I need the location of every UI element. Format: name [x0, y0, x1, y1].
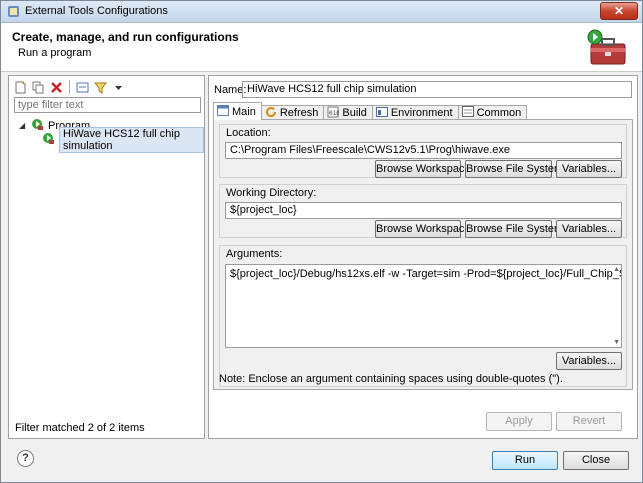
dialog-header: Create, manage, and run configurations R…: [1, 23, 642, 72]
apply-button[interactable]: Apply: [486, 412, 552, 431]
common-icon: [461, 106, 474, 120]
delete-icon[interactable]: [49, 80, 64, 95]
arguments-scrollbar[interactable]: ▲ ▼: [611, 265, 621, 347]
tab-build-label: Build: [342, 107, 367, 119]
window-close-button[interactable]: ✕: [600, 2, 638, 20]
filter-input[interactable]: [14, 97, 201, 113]
workdir-variables-button[interactable]: Variables...: [556, 220, 622, 238]
arguments-variables-button[interactable]: Variables...: [556, 352, 622, 370]
configuration-editor: Name: HiWave HCS12 full chip simulation …: [208, 75, 638, 439]
main-tab-icon: [217, 104, 229, 119]
external-tools-dialog: External Tools Configurations ✕ Create, …: [0, 0, 643, 483]
window-title: External Tools Configurations: [25, 5, 168, 17]
working-directory-label: Working Directory:: [226, 187, 317, 199]
app-icon: [7, 5, 20, 18]
help-icon[interactable]: ?: [17, 450, 34, 467]
name-field[interactable]: HiWave HCS12 full chip simulation: [242, 81, 632, 98]
tab-main[interactable]: Main: [213, 102, 262, 120]
tab-common-label: Common: [476, 107, 522, 119]
location-label: Location:: [226, 127, 271, 139]
revert-button[interactable]: Revert: [556, 412, 622, 431]
toolbox-run-icon: [585, 28, 629, 68]
configurations-panel: ◢ Program HiWave HCS12 full chip simulat…: [8, 75, 205, 439]
arguments-label: Arguments:: [226, 248, 283, 260]
run-button[interactable]: Run: [492, 451, 558, 470]
svg-text:010: 010: [329, 110, 339, 117]
launch-config-icon: [42, 132, 55, 148]
arguments-text: ${project_loc}/Debug/hs12xs.elf -w -Targ…: [230, 268, 621, 280]
header-subtitle: Run a program: [18, 47, 92, 59]
arguments-note: Note: Enclose an argument containing spa…: [219, 373, 563, 385]
working-directory-group: Working Directory: ${project_loc} Browse…: [219, 184, 627, 238]
location-variables-button[interactable]: Variables...: [556, 160, 622, 178]
close-button[interactable]: Close: [563, 451, 629, 470]
tab-refresh[interactable]: Refresh: [260, 105, 325, 120]
filter-status: Filter matched 2 of 2 items: [15, 422, 145, 434]
tree-item-hiwave[interactable]: HiWave HCS12 full chip simulation: [42, 126, 204, 153]
tab-refresh-label: Refresh: [279, 107, 319, 119]
location-group: Location: C:\Program Files\Freescale\CWS…: [219, 124, 627, 178]
scroll-down-icon[interactable]: ▼: [613, 339, 620, 346]
main-tab-content: Location: C:\Program Files\Freescale\CWS…: [213, 119, 633, 390]
duplicate-icon[interactable]: [31, 80, 46, 95]
collapse-all-icon[interactable]: [75, 80, 90, 95]
arguments-group: Arguments: ${project_loc}/Debug/hs12xs.e…: [219, 245, 627, 387]
title-bar: External Tools Configurations ✕: [1, 1, 642, 23]
workdir-browse-file-system-button[interactable]: Browse File System...: [465, 220, 572, 238]
tab-strip: Main Refresh 010 Build Environment Commo…: [213, 102, 528, 120]
location-browse-file-system-button[interactable]: Browse File System...: [465, 160, 572, 178]
tree-item-label: HiWave HCS12 full chip simulation: [59, 126, 204, 153]
filter-icon[interactable]: [93, 80, 108, 95]
workdir-browse-workspace-button[interactable]: Browse Workspace...: [375, 220, 480, 238]
location-browse-workspace-button[interactable]: Browse Workspace...: [375, 160, 480, 178]
tab-common[interactable]: Common: [457, 105, 528, 120]
expand-arrow-icon[interactable]: ◢: [19, 121, 27, 130]
close-icon: ✕: [613, 4, 625, 18]
arguments-field[interactable]: ${project_loc}/Debug/hs12xs.elf -w -Targ…: [225, 264, 622, 348]
new-configuration-icon[interactable]: [13, 80, 28, 95]
tab-environment-label: Environment: [390, 107, 453, 119]
toolbar-separator: [69, 80, 70, 94]
configurations-toolbar: [13, 79, 126, 95]
view-menu-icon[interactable]: [111, 80, 126, 95]
tab-environment[interactable]: Environment: [371, 105, 459, 120]
tab-main-label: Main: [232, 105, 256, 118]
location-field[interactable]: C:\Program Files\Freescale\CWS12v5.1\Pro…: [225, 142, 622, 159]
header-title: Create, manage, and run configurations: [12, 30, 239, 44]
tab-build[interactable]: 010 Build: [323, 105, 373, 120]
working-directory-field[interactable]: ${project_loc}: [225, 202, 622, 219]
scroll-up-icon[interactable]: ▲: [613, 266, 620, 273]
